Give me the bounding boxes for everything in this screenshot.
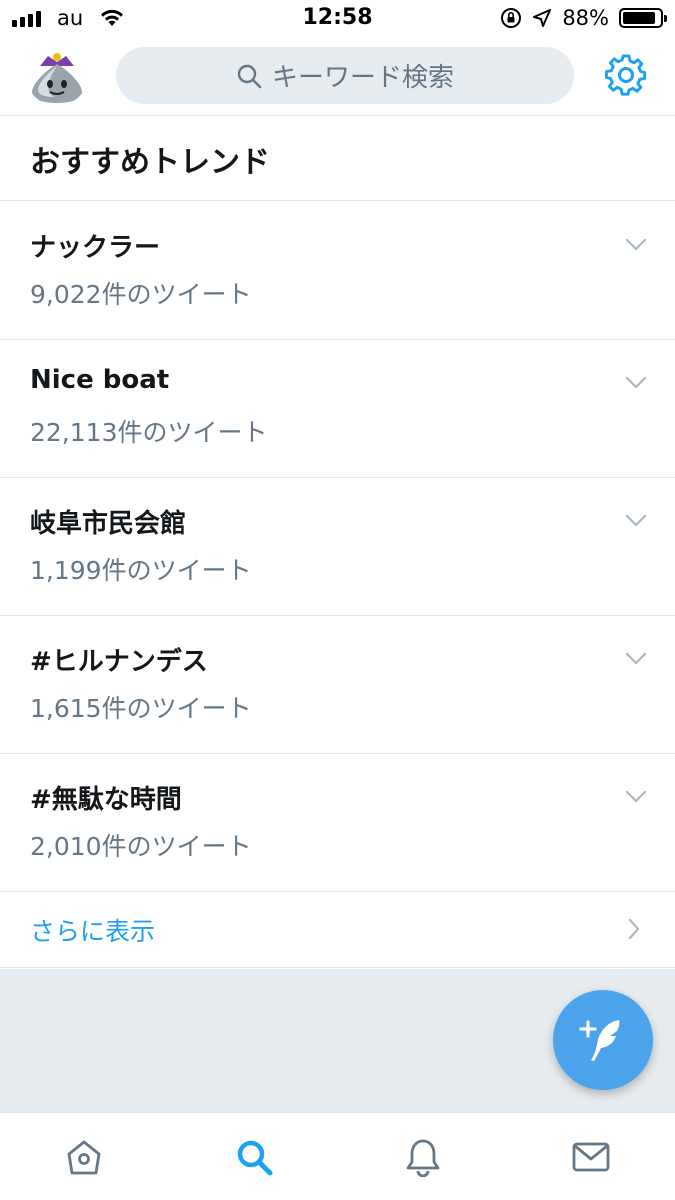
avatar[interactable]: [26, 44, 88, 106]
show-more-label: さらに表示: [30, 917, 156, 946]
trend-name: #ヒルナンデス: [30, 647, 208, 677]
trend-count: 9,022件のツイート: [30, 280, 252, 309]
gear-icon[interactable]: [605, 54, 647, 96]
battery-tip: [664, 15, 667, 22]
trend-count: 1,199件のツイート: [30, 556, 252, 585]
trend-count: 2,010件のツイート: [30, 832, 252, 861]
battery-percent: 88%: [562, 6, 609, 30]
battery-icon: [619, 8, 667, 28]
battery-fill: [623, 12, 655, 24]
chevron-down-icon[interactable]: [625, 238, 647, 252]
trend-list: ナックラー 9,022件のツイート Nice boat 22,113件のツイート…: [0, 202, 675, 892]
compose-tweet-button[interactable]: [553, 990, 653, 1090]
trend-name: ナックラー: [30, 233, 161, 263]
notifications-icon[interactable]: [403, 1137, 443, 1177]
status-right: 88%: [500, 6, 667, 30]
trend-count: 1,615件のツイート: [30, 694, 252, 723]
search-icon[interactable]: [234, 1137, 274, 1177]
chevron-down-icon[interactable]: [625, 376, 647, 390]
messages-icon[interactable]: [571, 1137, 611, 1177]
trend-item[interactable]: Nice boat 22,113件のツイート: [0, 340, 675, 478]
tab-bar: [0, 1112, 675, 1200]
search-icon: [237, 64, 262, 88]
trend-name: 岐阜市民会館: [30, 509, 187, 539]
screen: au 12:58 88% キーワード検索 おすすめトレンド ナックラー 9,02…: [0, 0, 675, 1200]
search-input[interactable]: キーワード検索: [116, 47, 574, 104]
show-more-button[interactable]: さらに表示: [0, 890, 675, 968]
chevron-right-icon: [628, 918, 640, 940]
location-icon: [533, 9, 552, 27]
header: キーワード検索: [0, 38, 675, 116]
compose-tweet-icon: [579, 1020, 620, 1061]
metal-slime-avatar-icon: [26, 44, 88, 106]
trend-name: Nice boat: [30, 365, 170, 395]
trend-count: 22,113件のツイート: [30, 418, 268, 447]
trend-name: #無駄な時間: [30, 785, 182, 815]
status-bar: au 12:58 88%: [0, 0, 675, 38]
trend-item[interactable]: #無駄な時間 2,010件のツイート: [0, 754, 675, 892]
search-placeholder: キーワード検索: [271, 63, 454, 93]
home-icon[interactable]: [64, 1137, 104, 1177]
trend-item[interactable]: 岐阜市民会館 1,199件のツイート: [0, 478, 675, 616]
trend-item[interactable]: #ヒルナンデス 1,615件のツイート: [0, 616, 675, 754]
chevron-down-icon[interactable]: [625, 514, 647, 528]
trend-item[interactable]: ナックラー 9,022件のツイート: [0, 202, 675, 340]
section-title: おすすめトレンド: [0, 117, 675, 201]
chevron-down-icon[interactable]: [625, 790, 647, 804]
chevron-down-icon[interactable]: [625, 652, 647, 666]
orientation-lock-icon: [501, 8, 522, 28]
